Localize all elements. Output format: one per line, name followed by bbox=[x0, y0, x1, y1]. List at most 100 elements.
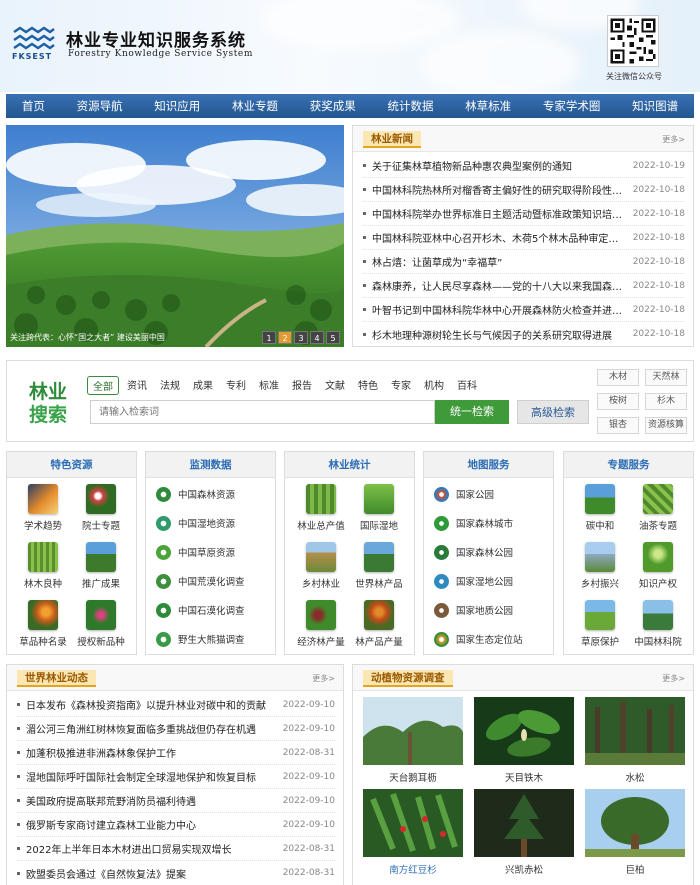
news-item[interactable]: 欧盟委员会通过《自然恢复法》提案 2022-08-31 bbox=[17, 861, 335, 885]
banner-page-3[interactable]: 3 bbox=[294, 331, 308, 344]
unified-search-button[interactable]: 统一检索 bbox=[435, 400, 509, 424]
banner-page-1[interactable]: 1 bbox=[262, 331, 276, 344]
tile-promotion[interactable]: 推广成果 bbox=[71, 542, 131, 590]
nav-standards[interactable]: 林草标准 bbox=[465, 98, 511, 114]
keyword-tag[interactable]: 资源核算 bbox=[645, 417, 687, 434]
tile-rural-revitalization[interactable]: 乡村振兴 bbox=[570, 542, 630, 590]
nav-resource-guide[interactable]: 资源导航 bbox=[77, 98, 123, 114]
total-output-image bbox=[306, 484, 336, 514]
news-item[interactable]: 中国林科院亚林中心召开杉木、木荷5个林木品种审定现场会 2022-10-18 bbox=[363, 226, 685, 250]
link-forest-park[interactable]: 国家森林公园 bbox=[434, 542, 513, 562]
bullet-icon bbox=[363, 236, 366, 239]
keyword-tag[interactable]: 天然林 bbox=[645, 369, 687, 386]
search-tab-patents[interactable]: 专利 bbox=[221, 376, 251, 395]
tile-rural-forestry[interactable]: 乡村林业 bbox=[291, 542, 351, 590]
banner-pager: 1 2 3 4 5 bbox=[262, 331, 340, 344]
link-grassland-resources[interactable]: 中国草原资源 bbox=[156, 542, 235, 562]
news-item[interactable]: 关于征集林草植物新品种惠农典型案例的通知 2022-10-19 bbox=[363, 154, 685, 178]
banner-caption[interactable]: 关注跨代表：心怀“国之大者” 建设美丽中国 bbox=[10, 332, 165, 343]
species-item[interactable]: 兴凯赤松 bbox=[474, 789, 574, 876]
nav-knowledge-graph[interactable]: 知识图谱 bbox=[632, 98, 678, 114]
tile-new-varieties[interactable]: 授权新品种 bbox=[71, 600, 131, 648]
species-item[interactable]: 巨柏 bbox=[585, 789, 685, 876]
tile-grassland[interactable]: 草原保护 bbox=[570, 600, 630, 648]
intl-wetland-image bbox=[364, 484, 394, 514]
search-tab-literature[interactable]: 文献 bbox=[320, 376, 350, 395]
tile-grass-varieties[interactable]: 草品种名录 bbox=[13, 600, 73, 648]
news-item[interactable]: 湿地国际呼吁国际社会制定全球湿地保护和恢复目标 2022-09-10 bbox=[17, 765, 335, 789]
tile-academician[interactable]: 院士专题 bbox=[71, 484, 131, 532]
nav-knowledge-apps[interactable]: 知识应用 bbox=[154, 98, 200, 114]
forestry-news-more-link[interactable]: 更多> bbox=[662, 134, 685, 145]
tile-product-output[interactable]: 林产品产量 bbox=[349, 600, 409, 648]
search-tab-laws[interactable]: 法规 bbox=[155, 376, 185, 395]
search-tab-all[interactable]: 全部 bbox=[87, 376, 119, 395]
species-item[interactable]: 天目铁木 bbox=[474, 697, 574, 784]
news-item[interactable]: 湄公河三角洲红树林恢复面临多重挑战但仍存在机遇 2022-09-10 bbox=[17, 717, 335, 741]
banner-carousel[interactable]: 关注跨代表：心怀“国之大者” 建设美丽中国 1 2 3 4 5 bbox=[6, 125, 344, 347]
world-news-more-link[interactable]: 更多> bbox=[312, 673, 335, 684]
nav-statistics[interactable]: 统计数据 bbox=[387, 98, 433, 114]
news-item[interactable]: 森林康养，让人民尽享森林——党的十八大以来我国森林康养 2022-10-18 bbox=[363, 274, 685, 298]
link-forest-city[interactable]: 国家森林城市 bbox=[434, 513, 513, 533]
search-tab-achievements[interactable]: 成果 bbox=[188, 376, 218, 395]
tile-carbon-neutral[interactable]: 碳中和 bbox=[570, 484, 630, 532]
animal-plant-survey-more-link[interactable]: 更多> bbox=[662, 673, 685, 684]
search-tab-encyclopedia[interactable]: 百科 bbox=[452, 376, 482, 395]
keyword-tag[interactable]: 桉树 bbox=[597, 393, 639, 410]
tile-academic-trends[interactable]: 学术趋势 bbox=[13, 484, 73, 532]
link-wetland-resources[interactable]: 中国湿地资源 bbox=[156, 513, 235, 533]
link-forest-resources[interactable]: 中国森林资源 bbox=[156, 484, 235, 504]
tile-ip[interactable]: 知识产权 bbox=[628, 542, 688, 590]
banner-page-4[interactable]: 4 bbox=[310, 331, 324, 344]
nav-home[interactable]: 首页 bbox=[22, 98, 45, 114]
species-item[interactable]: 南方红豆杉 bbox=[363, 789, 463, 876]
news-item[interactable]: 林占熺：让菌草成为“幸福草” 2022-10-18 bbox=[363, 250, 685, 274]
nav-experts[interactable]: 专家学术圈 bbox=[543, 98, 601, 114]
link-desertification[interactable]: 中国荒漠化调查 bbox=[156, 571, 245, 591]
tile-fine-varieties[interactable]: 林木良种 bbox=[13, 542, 73, 590]
keyword-tag[interactable]: 木材 bbox=[597, 369, 639, 386]
link-wetland-park[interactable]: 国家湿地公园 bbox=[434, 571, 513, 591]
geo-park-icon bbox=[434, 602, 449, 618]
search-tab-reports[interactable]: 报告 bbox=[287, 376, 317, 395]
link-national-park[interactable]: 国家公园 bbox=[434, 484, 494, 504]
keyword-tag[interactable]: 银杏 bbox=[597, 417, 639, 434]
news-item[interactable]: 加蓬积极推进非洲森林象保护工作 2022-08-31 bbox=[17, 741, 335, 765]
forest-city-icon bbox=[434, 515, 449, 531]
site-logo-icon[interactable] bbox=[12, 26, 56, 54]
nav-awards[interactable]: 获奖成果 bbox=[310, 98, 356, 114]
tile-total-output[interactable]: 林业总产值 bbox=[291, 484, 351, 532]
link-eco-station[interactable]: 国家生态定位站 bbox=[434, 629, 523, 649]
tile-caf[interactable]: 中国林科院 bbox=[628, 600, 688, 648]
nav-forestry-topics[interactable]: 林业专题 bbox=[232, 98, 278, 114]
advanced-search-button[interactable]: 高级检索 bbox=[517, 400, 589, 424]
link-geo-park[interactable]: 国家地质公园 bbox=[434, 600, 513, 620]
search-tab-institutions[interactable]: 机构 bbox=[419, 376, 449, 395]
news-item[interactable]: 俄罗斯专家商讨建立森林工业能力中心 2022-09-10 bbox=[17, 813, 335, 837]
banner-page-5[interactable]: 5 bbox=[326, 331, 340, 344]
search-tab-news[interactable]: 资讯 bbox=[122, 376, 152, 395]
news-item[interactable]: 中国林科院热林所对榴香寄主偏好性的研究取得阶段性进展 2022-10-18 bbox=[363, 178, 685, 202]
search-input[interactable] bbox=[90, 400, 435, 424]
banner-page-2[interactable]: 2 bbox=[278, 331, 292, 344]
species-item[interactable]: 水松 bbox=[585, 697, 685, 784]
news-item[interactable]: 日本发布《森林投资指南》以提升林业对碳中和的贡献 2022-09-10 bbox=[17, 693, 335, 717]
news-item[interactable]: 杉木地理种源树轮生长与气候因子的关系研究取得进展 2022-10-18 bbox=[363, 322, 685, 346]
tile-world-products[interactable]: 世界林产品 bbox=[349, 542, 409, 590]
link-rocky-desertification[interactable]: 中国石漠化调查 bbox=[156, 600, 245, 620]
search-tab-standards[interactable]: 标准 bbox=[254, 376, 284, 395]
tile-economic-forest[interactable]: 经济林产量 bbox=[291, 600, 351, 648]
species-item[interactable]: 天台鹅耳枥 bbox=[363, 697, 463, 784]
news-item[interactable]: 2022年上半年日本木材进出口贸易实现双增长 2022-08-31 bbox=[17, 837, 335, 861]
tile-camellia[interactable]: 油茶专题 bbox=[628, 484, 688, 532]
news-item[interactable]: 叶智书记到中国林科院华林中心开展森林防火检查并进行调研 2022-10-18 bbox=[363, 298, 685, 322]
search-tab-experts[interactable]: 专家 bbox=[386, 376, 416, 395]
search-tab-featured[interactable]: 特色 bbox=[353, 376, 383, 395]
news-item[interactable]: 中国林科院举办世界标准日主题活动暨标准政策知识培训会 2022-10-18 bbox=[363, 202, 685, 226]
link-giant-panda[interactable]: 野生大熊猫调查 bbox=[156, 629, 245, 649]
site-title[interactable]: 林业专业知识服务系统 bbox=[66, 26, 246, 51]
news-item[interactable]: 美国政府提高联邦荒野消防员福利待遇 2022-09-10 bbox=[17, 789, 335, 813]
keyword-tag[interactable]: 杉木 bbox=[645, 393, 687, 410]
tile-intl-wetland[interactable]: 国际湿地 bbox=[349, 484, 409, 532]
